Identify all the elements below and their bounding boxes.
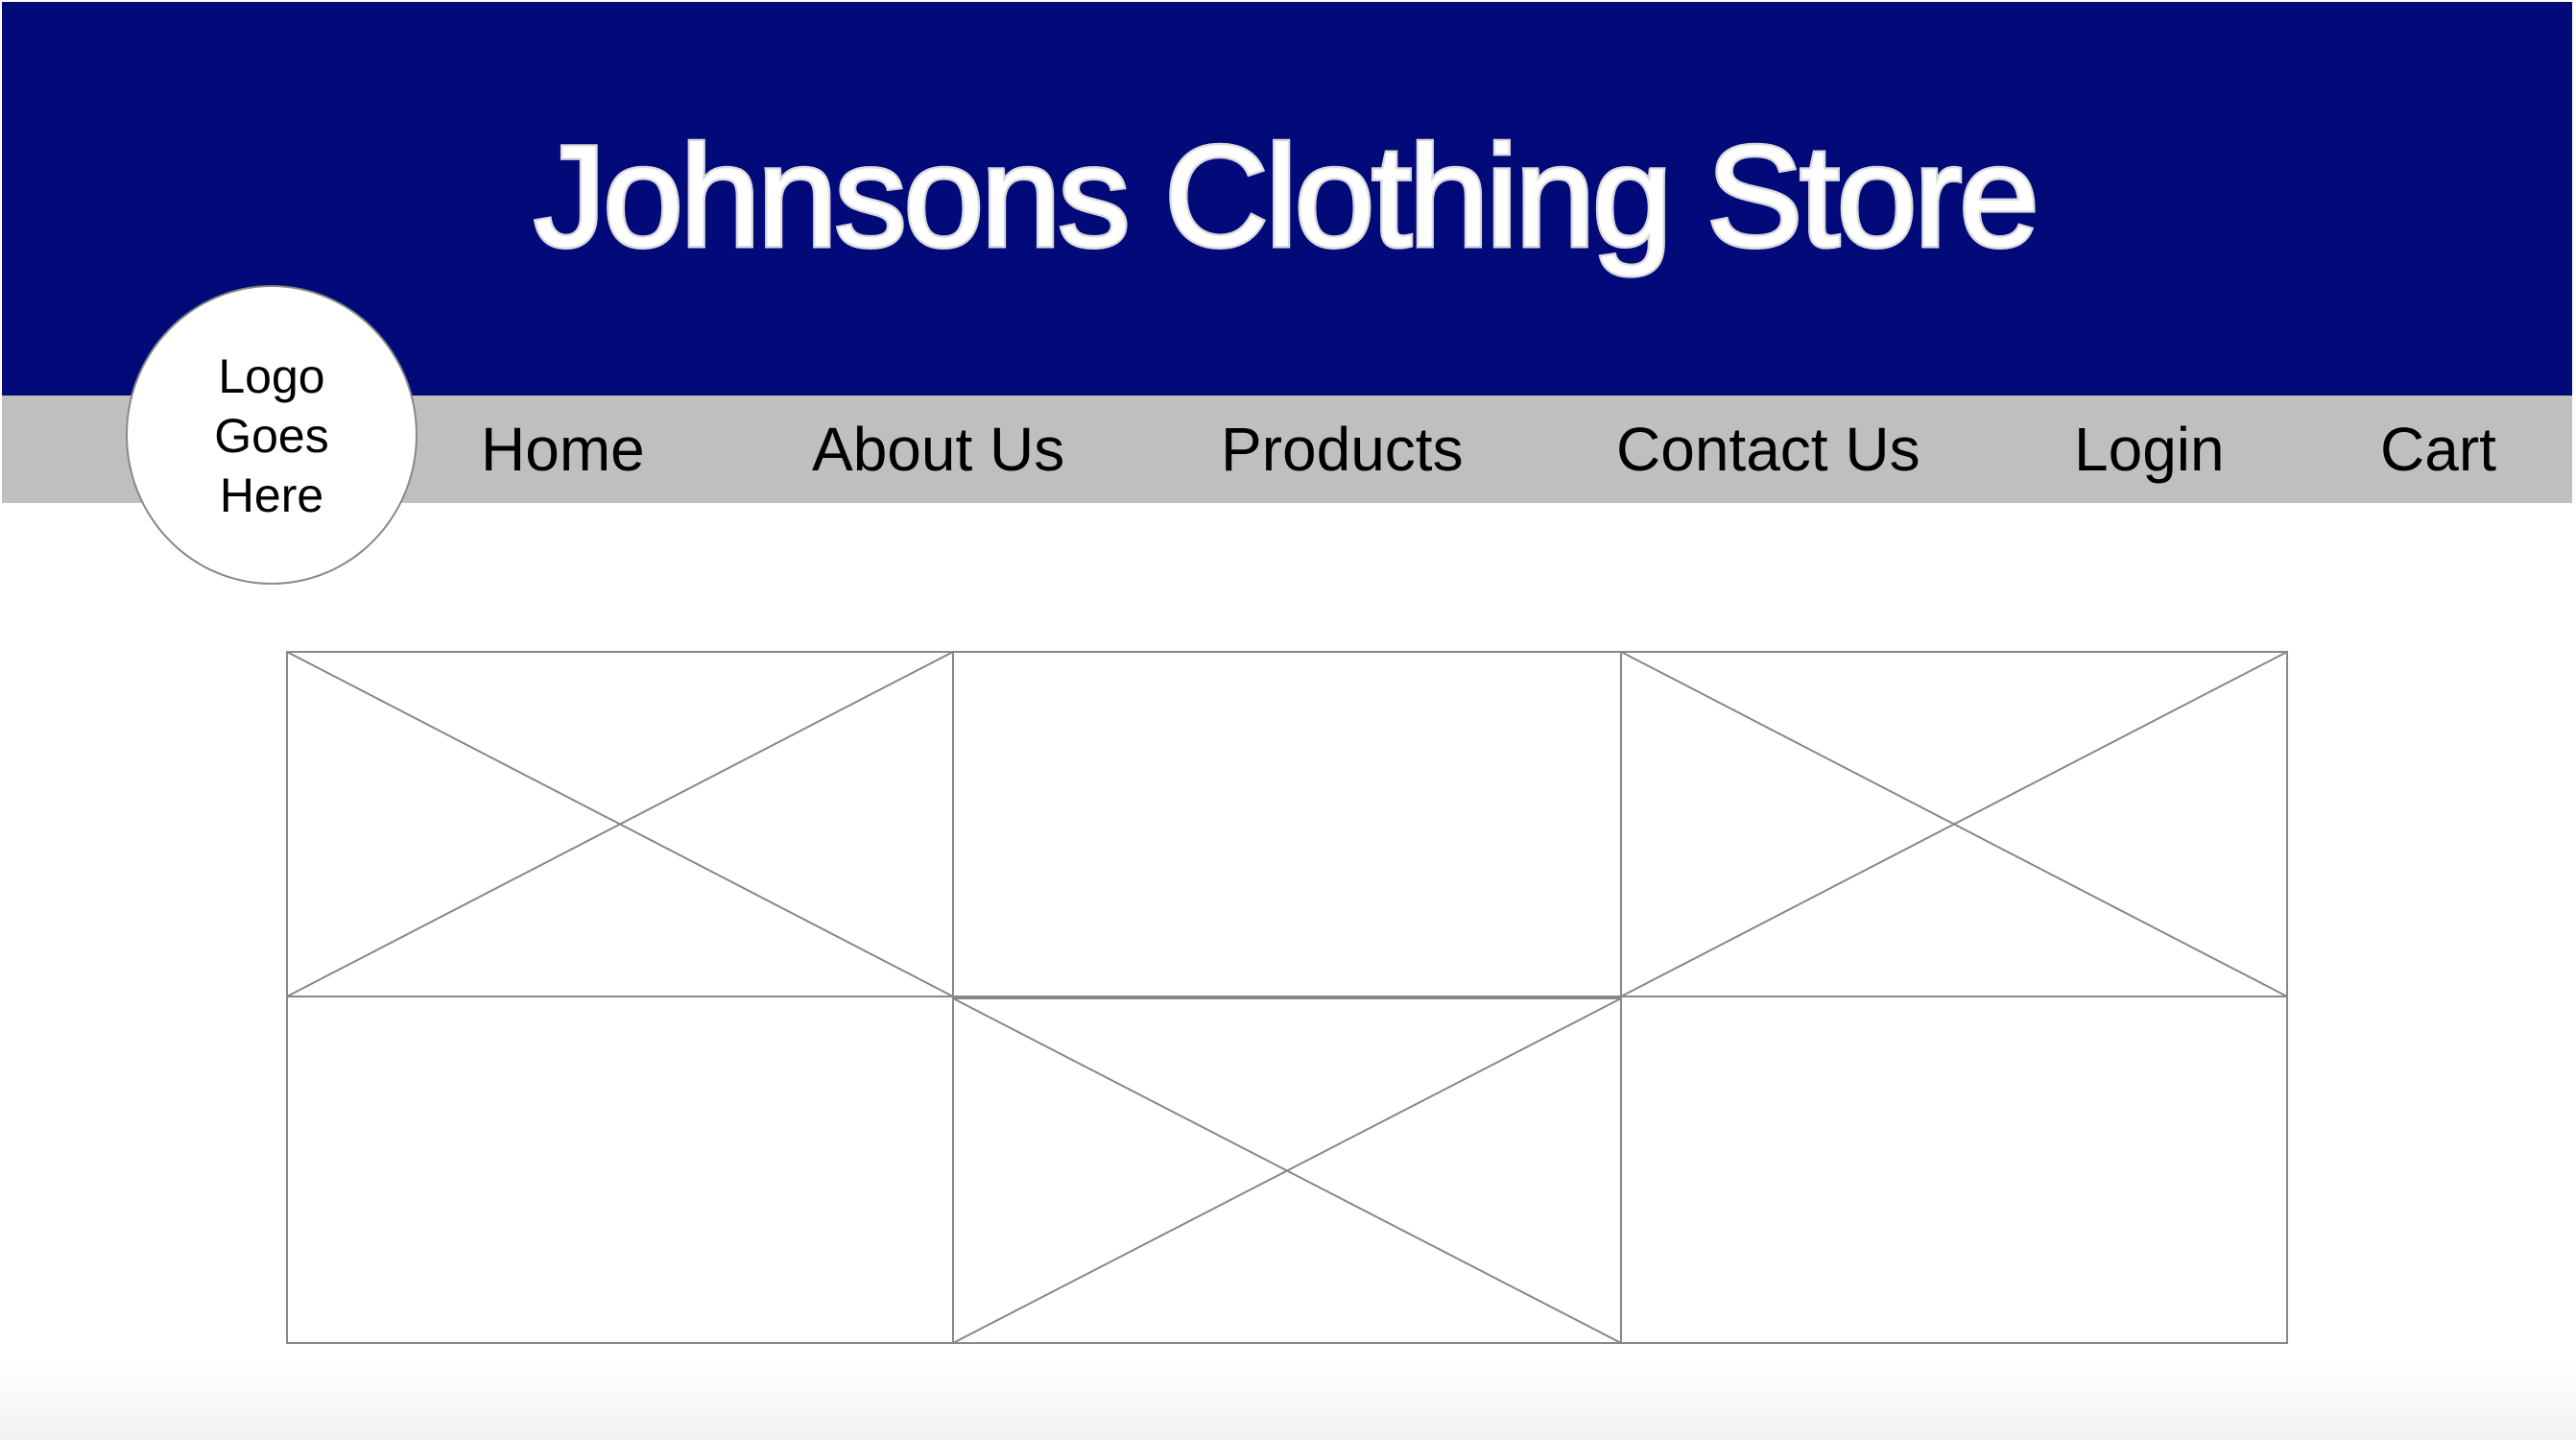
image-placeholder-r2-c3: [1620, 996, 2288, 1344]
logo-placeholder: Logo Goes Here: [126, 285, 417, 585]
site-title: Johnsons Clothing Store: [532, 115, 2041, 276]
nav-products-link[interactable]: Products: [1221, 396, 1464, 503]
image-placeholder-r2-c1: [286, 996, 954, 1344]
nav-home-link[interactable]: Home: [481, 396, 645, 503]
nav-about-us-link[interactable]: About Us: [812, 396, 1064, 503]
nav-contact-us-link[interactable]: Contact Us: [1616, 396, 1920, 503]
image-placeholder-r1-c1: [286, 651, 954, 997]
nav-login-link[interactable]: Login: [2074, 396, 2225, 503]
image-placeholder-grid: [286, 651, 2288, 1344]
logo-placeholder-text: Logo Goes Here: [214, 349, 329, 522]
gallery-row-2: [286, 996, 2288, 1344]
gallery-row-1: [286, 651, 2288, 997]
page-bottom-fade: [0, 1363, 2576, 1440]
site-header: Johnsons Clothing Store: [2, 2, 2572, 396]
image-placeholder-r1-c3: [1620, 651, 2288, 997]
image-placeholder-r1-c2: [952, 651, 1622, 997]
nav-cart-link[interactable]: Cart: [2380, 396, 2496, 503]
product-image-gallery: [286, 651, 2288, 1344]
image-placeholder-r2-c2: [952, 997, 1622, 1344]
